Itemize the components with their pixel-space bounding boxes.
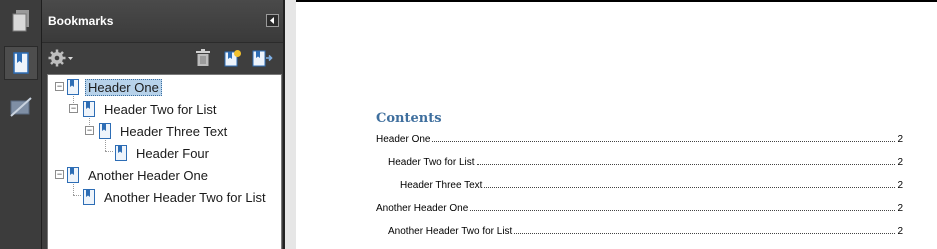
- bookmark-label: Another Header Two for List: [104, 189, 266, 205]
- bookmark-tree: − Header One − Header Two for List − Hea…: [47, 74, 282, 249]
- collapse-toggle[interactable]: −: [55, 82, 64, 91]
- toc-entry[interactable]: Another Header One 2: [376, 200, 903, 214]
- bookmark-label: Header Two for List: [104, 101, 217, 117]
- toc-leader: [476, 164, 896, 165]
- panel-header: Bookmarks: [42, 0, 283, 43]
- bookmark-item[interactable]: − Header Two for List: [48, 99, 281, 119]
- delete-bookmark-button[interactable]: [195, 48, 211, 68]
- bookmark-item[interactable]: − Another Header One: [48, 165, 281, 185]
- bookmark-icon: [83, 101, 95, 117]
- toc-page-number: 2: [897, 134, 903, 145]
- triangle-left-icon: [270, 17, 274, 24]
- expand-bookmark-icon: [252, 50, 273, 67]
- collapse-toggle[interactable]: −: [85, 126, 94, 135]
- bookmark-label: Another Header One: [88, 167, 208, 183]
- toc-entry-text: Header Three Text: [400, 180, 483, 191]
- toc-page-number: 2: [897, 203, 903, 214]
- bookmark-item[interactable]: − Header One: [48, 77, 281, 97]
- pages-panel-button[interactable]: [4, 4, 38, 38]
- bookmark-label: Header Four: [136, 145, 209, 161]
- new-bookmark-button[interactable]: [224, 48, 242, 68]
- bookmark-label: Header One: [85, 78, 162, 96]
- toc-leader: [484, 187, 896, 188]
- toc-leader: [470, 210, 896, 211]
- pages-icon: [12, 10, 29, 32]
- toc-entry-text: Header One: [376, 134, 431, 145]
- bookmark-icon: [115, 145, 127, 161]
- collapse-panel-button[interactable]: [266, 14, 279, 27]
- options-menu-button[interactable]: [48, 48, 74, 68]
- panel-title: Bookmarks: [48, 14, 114, 28]
- trash-icon: [196, 49, 210, 66]
- toc-title: Contents: [376, 111, 442, 126]
- bookmark-label: Header Three Text: [120, 123, 228, 139]
- bookmark-item[interactable]: − Header Three Text: [48, 121, 281, 141]
- bookmarks-panel-button[interactable]: [4, 46, 38, 80]
- toc-entry[interactable]: Header Two for List 2: [388, 154, 903, 168]
- toc-entry-text: Another Header Two for List: [388, 226, 513, 237]
- toc-entry[interactable]: Another Header Two for List 2: [388, 223, 903, 237]
- toc-entry-text: Header Two for List: [388, 157, 475, 168]
- bookmark-icon: [67, 79, 79, 95]
- page-top-edge: [296, 0, 937, 2]
- bookmarks-toolbar: [42, 43, 283, 73]
- toc-leader: [514, 233, 896, 234]
- bookmark-icon: [83, 189, 95, 205]
- bookmark-icon: [67, 167, 79, 183]
- toc-entry[interactable]: Header Three Text 2: [400, 177, 903, 191]
- toc-page-number: 2: [897, 226, 903, 237]
- collapse-toggle[interactable]: −: [69, 104, 78, 113]
- new-bookmark-icon: [224, 50, 241, 67]
- toc-entry-text: Another Header One: [376, 203, 469, 214]
- signatures-panel-button[interactable]: [4, 90, 38, 124]
- bookmarks-panel: Bookmarks − Header One − Header Two for …: [42, 0, 285, 249]
- collapse-toggle[interactable]: −: [55, 170, 64, 179]
- navigation-pane-strip: [0, 0, 42, 249]
- signature-icon: [10, 97, 32, 117]
- gear-icon: [48, 49, 73, 67]
- document-gutter: [285, 0, 296, 249]
- toc-page-number: 2: [897, 157, 903, 168]
- toc-entry[interactable]: Header One 2: [376, 131, 903, 145]
- toc-leader: [432, 141, 896, 142]
- bookmark-item[interactable]: Header Four: [48, 143, 281, 163]
- bookmark-item[interactable]: Another Header Two for List: [48, 187, 281, 207]
- bookmark-icon: [99, 123, 111, 139]
- bookmark-icon: [13, 52, 29, 74]
- expand-bookmark-button[interactable]: [252, 48, 274, 68]
- toc-page-number: 2: [897, 180, 903, 191]
